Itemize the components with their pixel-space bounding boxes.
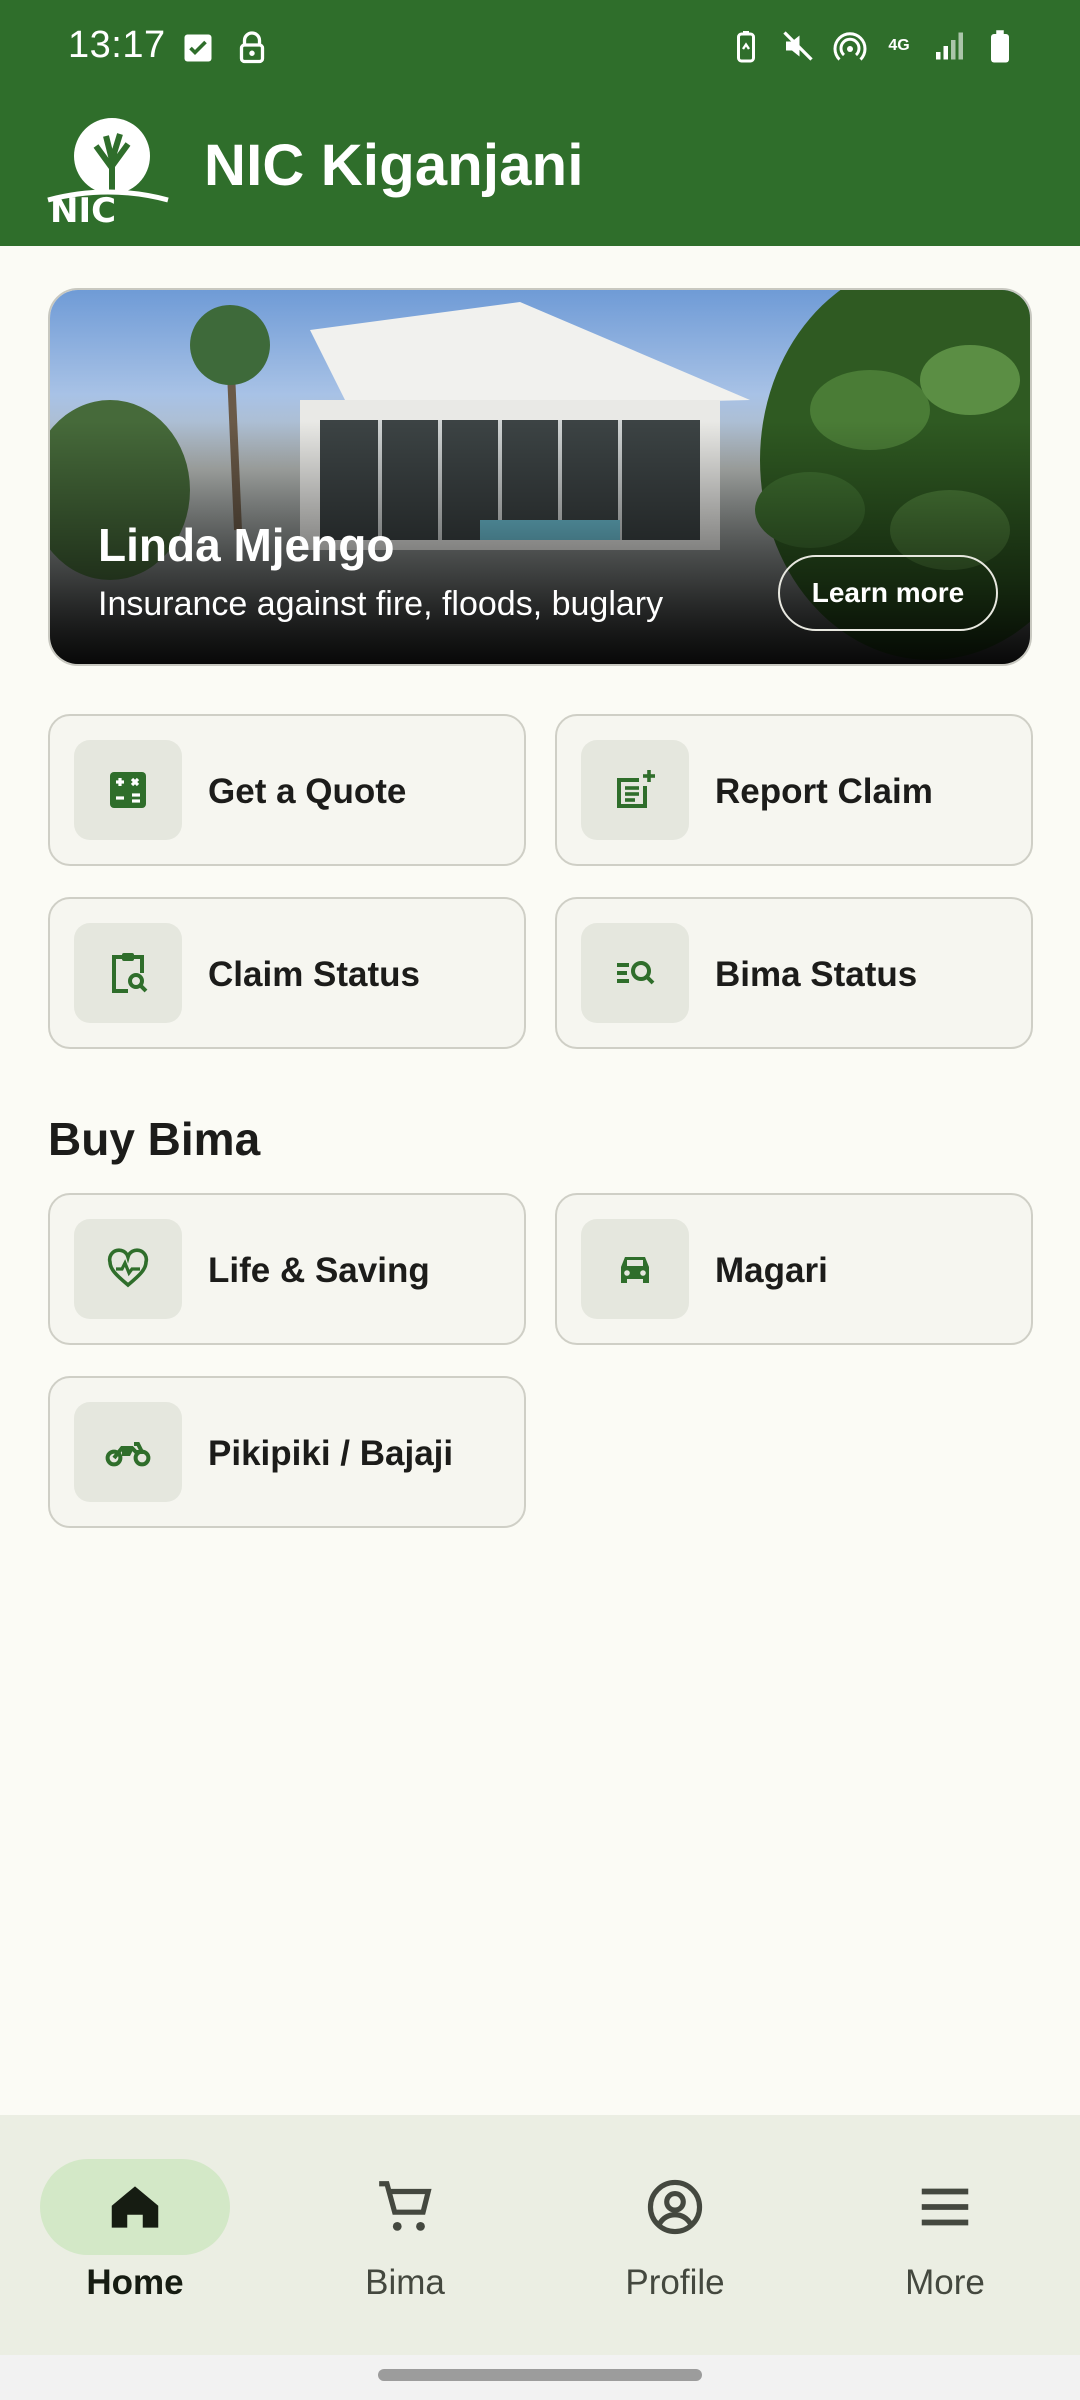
checkbox-icon bbox=[184, 34, 212, 62]
car-icon bbox=[621, 1257, 649, 1283]
battery-icon bbox=[991, 30, 1009, 63]
life-saving-card[interactable]: Life & Saving bbox=[48, 1193, 526, 1345]
nav-home[interactable]: Home bbox=[40, 2159, 230, 2309]
banner-subtitle: Insurance against fire, floods, buglary bbox=[98, 585, 664, 623]
hotspot-icon bbox=[833, 32, 867, 61]
report-claim-card[interactable]: Report Claim bbox=[555, 714, 1033, 866]
battery-saver-icon bbox=[737, 31, 755, 63]
nav-more-label: More bbox=[905, 2263, 985, 2302]
learn-more-button[interactable]: Learn more bbox=[778, 555, 998, 631]
account-circle-icon bbox=[647, 2179, 703, 2235]
claim-status-card[interactable]: Claim Status bbox=[48, 897, 526, 1049]
get-quote-label: Get a Quote bbox=[208, 772, 407, 811]
nav-profile-label: Profile bbox=[625, 2263, 725, 2302]
calculator-icon bbox=[110, 772, 146, 808]
heart-pulse-icon bbox=[107, 1248, 149, 1288]
buy-bima-heading: Buy Bima bbox=[48, 1113, 261, 1165]
cart-icon bbox=[379, 2181, 432, 2231]
bottom-navigation: Home Bima Profile More bbox=[0, 2115, 1080, 2355]
magari-label: Magari bbox=[715, 1251, 828, 1290]
motorcycle-icon bbox=[105, 1442, 151, 1467]
nav-profile[interactable]: Profile bbox=[580, 2159, 770, 2309]
list-search-icon bbox=[617, 961, 655, 985]
system-gesture-bar bbox=[0, 2355, 1080, 2400]
pikipiki-bajaji-label: Pikipiki / Bajaji bbox=[208, 1434, 454, 1473]
network-type: 4G bbox=[888, 37, 910, 54]
nav-bima[interactable]: Bima bbox=[310, 2159, 500, 2309]
nav-bima-label: Bima bbox=[365, 2263, 445, 2302]
mute-icon bbox=[783, 31, 813, 61]
home-icon bbox=[111, 2186, 159, 2228]
get-quote-card[interactable]: Get a Quote bbox=[48, 714, 526, 866]
promo-banner[interactable]: Linda Mjengo Insurance against fire, flo… bbox=[48, 288, 1032, 666]
magari-card[interactable]: Magari bbox=[555, 1193, 1033, 1345]
pikipiki-bajaji-card[interactable]: Pikipiki / Bajaji bbox=[48, 1376, 526, 1528]
signal-icon bbox=[936, 32, 963, 60]
clipboard-search-icon bbox=[112, 953, 148, 993]
bima-status-card[interactable]: Bima Status bbox=[555, 897, 1033, 1049]
status-time: 13:17 bbox=[68, 24, 166, 66]
home-indicator[interactable] bbox=[378, 2369, 702, 2381]
banner-title: Linda Mjengo bbox=[98, 519, 395, 571]
nic-logo: NIC bbox=[47, 118, 169, 226]
post-add-icon bbox=[617, 770, 655, 808]
life-saving-label: Life & Saving bbox=[208, 1251, 430, 1290]
claim-status-label: Claim Status bbox=[208, 955, 420, 994]
report-claim-label: Report Claim bbox=[715, 772, 933, 811]
nav-home-label: Home bbox=[86, 2263, 184, 2302]
app-bar: NIC NIC Kiganjani bbox=[0, 96, 1080, 246]
menu-icon bbox=[921, 2188, 969, 2226]
lock-icon bbox=[239, 31, 265, 64]
status-bar: 13:17 4G bbox=[0, 0, 1080, 96]
bima-status-label: Bima Status bbox=[715, 955, 918, 994]
nav-more[interactable]: More bbox=[850, 2159, 1040, 2309]
app-title: NIC Kiganjani bbox=[204, 133, 584, 198]
